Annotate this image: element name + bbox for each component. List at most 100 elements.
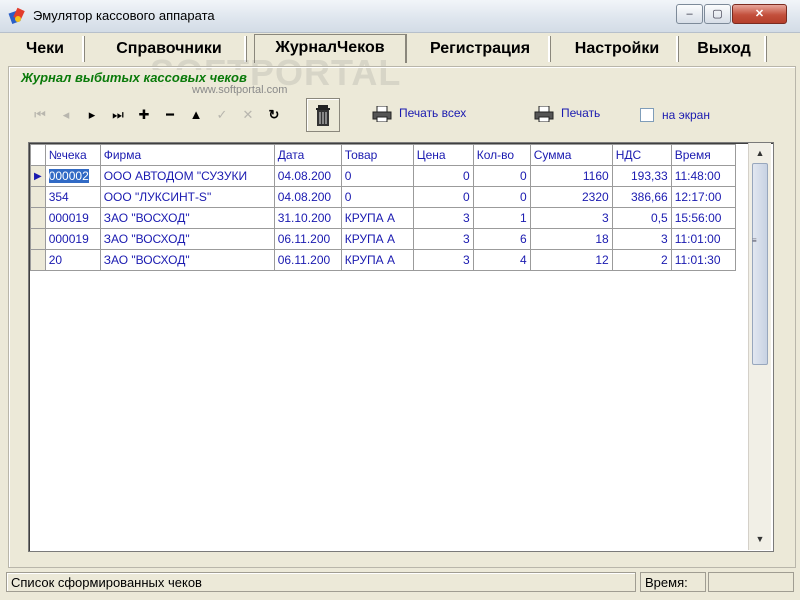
- indicator-header: [30, 144, 46, 166]
- cell-sum[interactable]: 1160: [529, 165, 613, 187]
- cell-vat[interactable]: 386,66: [611, 186, 672, 208]
- row-indicator: [30, 207, 46, 229]
- cell-vat[interactable]: 193,33: [611, 165, 672, 187]
- scroll-down-icon[interactable]: ▼: [752, 531, 768, 547]
- cell-time[interactable]: 11:01:00: [670, 228, 736, 250]
- cell-vat[interactable]: 0,5: [611, 207, 672, 229]
- column-header-price[interactable]: Цена: [412, 144, 474, 166]
- print-button[interactable]: Печать: [534, 106, 600, 122]
- title-bar[interactable]: Эмулятор кассового аппарата ‒ ▢ ✕: [0, 0, 800, 33]
- cell-product[interactable]: КРУПА А: [340, 207, 414, 229]
- close-button[interactable]: ✕: [732, 4, 787, 24]
- table-row[interactable]: 354 ООО "ЛУКСИНТ-S" 04.08.200 0 0 0 2320…: [30, 186, 736, 208]
- cell-date[interactable]: 06.11.200: [273, 249, 342, 271]
- cell-price[interactable]: 0: [412, 186, 474, 208]
- cell-date[interactable]: 31.10.200: [273, 207, 342, 229]
- cell-sum[interactable]: 18: [529, 228, 613, 250]
- cell-product[interactable]: 0: [340, 186, 414, 208]
- last-record-icon[interactable]: ⏭: [106, 102, 130, 128]
- checks-grid[interactable]: №чека Фирма Дата Товар Цена Кол-во Сумма…: [28, 142, 774, 552]
- cell-qty[interactable]: 4: [472, 249, 531, 271]
- cell-price[interactable]: 3: [412, 228, 474, 250]
- cell-firm[interactable]: ЗАО "ВОСХОД": [99, 249, 275, 271]
- column-header-qty[interactable]: Кол-во: [472, 144, 531, 166]
- cell-date[interactable]: 06.11.200: [273, 228, 342, 250]
- row-indicator: [30, 228, 46, 250]
- maximize-button[interactable]: ▢: [704, 4, 731, 24]
- column-header-date[interactable]: Дата: [273, 144, 342, 166]
- app-window: Эмулятор кассового аппарата ‒ ▢ ✕ Чеки С…: [0, 0, 800, 600]
- window-title: Эмулятор кассового аппарата: [33, 8, 215, 23]
- cell-price[interactable]: 0: [412, 165, 474, 187]
- cell-time[interactable]: 11:01:30: [670, 249, 736, 271]
- refresh-icon[interactable]: ↻: [262, 102, 286, 128]
- groupbox-caption: Журнал выбитых кассовых чеков: [18, 70, 250, 85]
- delete-journal-button[interactable]: [306, 98, 340, 132]
- row-indicator-icon: ▶: [30, 165, 46, 187]
- header-row: №чека Фирма Дата Товар Цена Кол-во Сумма…: [30, 144, 736, 166]
- column-header-time[interactable]: Время: [670, 144, 736, 166]
- scroll-up-icon[interactable]: ▲: [752, 145, 768, 161]
- table-row[interactable]: 000019 ЗАО "ВОСХОД" 31.10.200 КРУПА А 3 …: [30, 207, 736, 229]
- to-screen-checkbox[interactable]: [640, 108, 654, 122]
- post-icon[interactable]: ✓: [210, 102, 234, 128]
- cell-qty[interactable]: 0: [472, 186, 531, 208]
- vertical-scrollbar[interactable]: ▲ ≡ ▼: [748, 143, 771, 550]
- cell-product[interactable]: КРУПА А: [340, 228, 414, 250]
- first-record-icon[interactable]: ⏮: [28, 102, 52, 128]
- cell-price[interactable]: 3: [412, 207, 474, 229]
- column-header-vat[interactable]: НДС: [611, 144, 672, 166]
- cell-check-no[interactable]: 20: [44, 249, 101, 271]
- minimize-button[interactable]: ‒: [676, 4, 703, 24]
- edit-icon[interactable]: ▲: [184, 102, 208, 128]
- cell-date[interactable]: 04.08.200: [273, 165, 342, 187]
- column-header-firm[interactable]: Фирма: [99, 144, 275, 166]
- table-row[interactable]: 20 ЗАО "ВОСХОД" 06.11.200 КРУПА А 3 4 12…: [30, 249, 736, 271]
- cell-check-no[interactable]: 000002: [44, 165, 101, 187]
- next-record-icon[interactable]: ▸: [80, 102, 104, 128]
- cell-price[interactable]: 3: [412, 249, 474, 271]
- cell-qty[interactable]: 1: [472, 207, 531, 229]
- delete-icon[interactable]: ━: [158, 102, 182, 128]
- cell-check-no[interactable]: 000019: [44, 228, 101, 250]
- cell-check-no[interactable]: 354: [44, 186, 101, 208]
- cell-time[interactable]: 12:17:00: [670, 186, 736, 208]
- column-header-sum[interactable]: Сумма: [529, 144, 613, 166]
- prior-record-icon[interactable]: ◂: [54, 102, 78, 128]
- cell-sum[interactable]: 12: [529, 249, 613, 271]
- cell-firm[interactable]: ЗАО "ВОСХОД": [99, 228, 275, 250]
- cell-qty[interactable]: 6: [472, 228, 531, 250]
- cell-firm[interactable]: ООО АВТОДОМ "СУЗУКИ: [99, 165, 275, 187]
- cell-sum[interactable]: 2320: [529, 186, 613, 208]
- cell-vat[interactable]: 3: [611, 228, 672, 250]
- column-header-check-no[interactable]: №чека: [44, 144, 101, 166]
- cancel-icon[interactable]: ✕: [236, 102, 260, 128]
- cell-firm[interactable]: ЗАО "ВОСХОД": [99, 207, 275, 229]
- row-indicator: [30, 249, 46, 271]
- status-time-label: Время:: [640, 572, 706, 592]
- cell-date[interactable]: 04.08.200: [273, 186, 342, 208]
- to-screen-label[interactable]: на экран: [662, 108, 710, 122]
- cell-firm[interactable]: ООО "ЛУКСИНТ-S": [99, 186, 275, 208]
- table-row[interactable]: 000019 ЗАО "ВОСХОД" 06.11.200 КРУПА А 3 …: [30, 228, 736, 250]
- column-header-product[interactable]: Товар: [340, 144, 414, 166]
- row-indicator: [30, 186, 46, 208]
- scroll-thumb[interactable]: [752, 163, 768, 365]
- cell-vat[interactable]: 2: [611, 249, 672, 271]
- cell-product[interactable]: КРУПА А: [340, 249, 414, 271]
- cell-check-no[interactable]: 000019: [44, 207, 101, 229]
- print-all-label: Печать всех: [399, 106, 467, 121]
- cell-time[interactable]: 15:56:00: [670, 207, 736, 229]
- table-row[interactable]: ▶ 000002 ООО АВТОДОМ "СУЗУКИ 04.08.200 0…: [30, 165, 736, 187]
- menu-item-exit[interactable]: Выход: [684, 36, 766, 62]
- cell-product[interactable]: 0: [340, 165, 414, 187]
- insert-icon[interactable]: ✚: [132, 102, 156, 128]
- cell-sum[interactable]: 3: [529, 207, 613, 229]
- cell-qty[interactable]: 0: [472, 165, 531, 187]
- menu-item-registration[interactable]: Регистрация: [412, 36, 550, 62]
- menu-item-settings[interactable]: Настройки: [558, 36, 678, 62]
- print-all-button[interactable]: Печать всех: [372, 106, 466, 122]
- menu-item-checks[interactable]: Чеки: [8, 36, 84, 62]
- cell-time[interactable]: 11:48:00: [670, 165, 736, 187]
- app-icon: [8, 7, 25, 25]
